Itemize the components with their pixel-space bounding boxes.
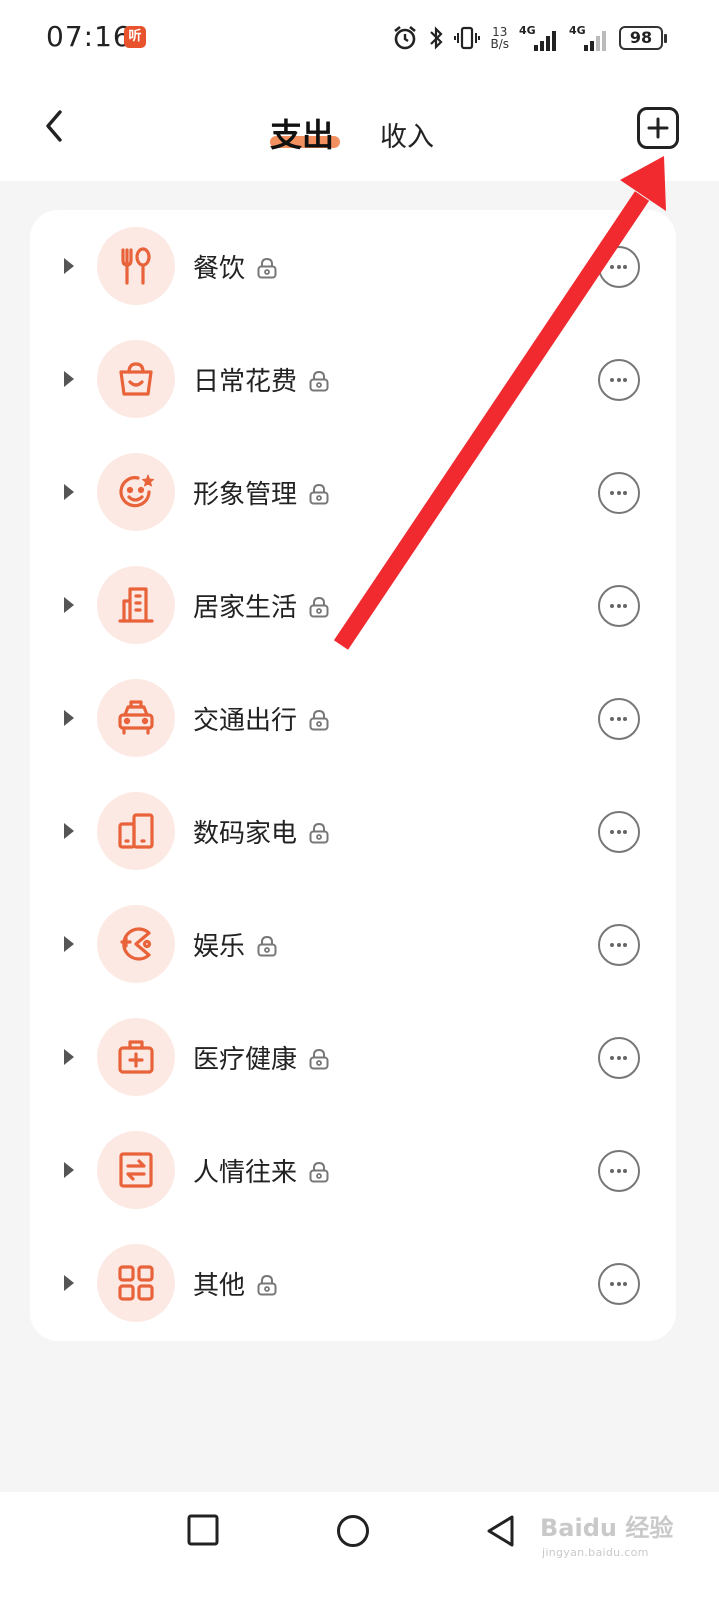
alarm-icon <box>394 25 417 50</box>
category-row[interactable]: 数码家电 <box>30 775 676 888</box>
category-name: 其他 <box>193 1265 279 1302</box>
signal-sim1: 4G <box>519 24 559 52</box>
category-name-text: 娱乐 <box>193 932 246 962</box>
exchange-icon <box>97 1131 175 1209</box>
network-speed-unit: B/s <box>490 37 509 51</box>
utensils-icon <box>97 227 175 305</box>
category-name-text: 日常花费 <box>193 367 298 397</box>
category-name: 数码家电 <box>193 813 331 850</box>
recent-apps-button[interactable] <box>187 1514 219 1546</box>
building-icon <box>97 566 175 644</box>
battery-indicator: 98 <box>619 26 667 50</box>
lock-icon <box>309 1048 329 1069</box>
lock-icon <box>309 483 329 504</box>
back-button[interactable] <box>36 104 76 148</box>
game-icon <box>97 905 175 983</box>
lock-icon <box>309 822 329 843</box>
plus-icon <box>647 117 669 139</box>
category-row[interactable]: 餐饮 <box>30 210 676 323</box>
lock-icon <box>309 1161 329 1182</box>
taxi-icon <box>97 679 175 757</box>
category-name-text: 餐饮 <box>193 254 246 284</box>
category-name: 交通出行 <box>193 700 331 737</box>
caret-right-icon[interactable] <box>63 935 75 953</box>
signal-sim2: 4G <box>569 24 609 52</box>
category-name: 医疗健康 <box>193 1039 331 1076</box>
category-name-text: 其他 <box>193 1271 246 1301</box>
lock-icon <box>309 596 329 617</box>
more-options-button[interactable] <box>598 924 640 966</box>
lock-icon <box>257 1274 277 1295</box>
more-options-button[interactable] <box>598 1150 640 1192</box>
more-options-button[interactable] <box>598 246 640 288</box>
more-options-button[interactable] <box>598 585 640 627</box>
lock-icon <box>257 257 277 278</box>
category-name-text: 交通出行 <box>193 706 298 736</box>
watermark-brand: Baidu 经验 <box>540 1514 674 1542</box>
shopping-basket-icon <box>97 340 175 418</box>
more-options-button[interactable] <box>598 472 640 514</box>
tab-expense[interactable]: 支出 <box>270 110 334 156</box>
status-time: 07:16 <box>46 20 132 53</box>
category-row[interactable]: 人情往来 <box>30 1114 676 1227</box>
app-notification-badge: 听 <box>124 26 146 48</box>
caret-right-icon[interactable] <box>63 596 75 614</box>
more-options-button[interactable] <box>598 1263 640 1305</box>
devices-icon <box>97 792 175 870</box>
category-row[interactable]: 其他 <box>30 1227 676 1340</box>
lock-icon <box>257 935 277 956</box>
category-row[interactable]: 娱乐 <box>30 888 676 1001</box>
status-bar: 07:16 听 13 B/s 4G 4G 98 <box>0 0 719 78</box>
chevron-left-icon <box>46 110 62 142</box>
add-category-button[interactable] <box>637 107 679 149</box>
category-name-text: 形象管理 <box>193 480 298 510</box>
tab-expense-label: 支出 <box>270 116 335 154</box>
category-name: 人情往来 <box>193 1152 331 1189</box>
category-row[interactable]: 交通出行 <box>30 662 676 775</box>
caret-right-icon[interactable] <box>63 483 75 501</box>
category-row[interactable]: 日常花费 <box>30 323 676 436</box>
category-name: 餐饮 <box>193 248 279 285</box>
category-name-text: 医疗健康 <box>193 1045 298 1075</box>
caret-right-icon[interactable] <box>63 257 75 275</box>
caret-right-icon[interactable] <box>63 1161 75 1179</box>
caret-right-icon[interactable] <box>63 709 75 727</box>
vibrate-icon <box>454 26 481 50</box>
category-row[interactable]: 医疗健康 <box>30 1001 676 1114</box>
home-button[interactable] <box>336 1514 370 1548</box>
category-name: 日常花费 <box>193 361 331 398</box>
more-options-button[interactable] <box>598 811 640 853</box>
bluetooth-icon <box>430 26 444 50</box>
category-name: 娱乐 <box>193 926 279 963</box>
category-row[interactable]: 居家生活 <box>30 549 676 662</box>
category-name-text: 人情往来 <box>193 1158 298 1188</box>
category-name: 居家生活 <box>193 587 331 624</box>
caret-right-icon[interactable] <box>63 1048 75 1066</box>
network-speed: 13 B/s <box>490 26 509 50</box>
caret-right-icon[interactable] <box>63 1274 75 1292</box>
category-name-text: 居家生活 <box>193 593 298 623</box>
watermark: Baidu 经验 jingyan.baidu.com <box>540 1508 690 1568</box>
back-nav-button[interactable] <box>484 1514 516 1548</box>
medical-kit-icon <box>97 1018 175 1096</box>
caret-right-icon[interactable] <box>63 370 75 388</box>
category-row[interactable]: 形象管理 <box>30 436 676 549</box>
category-name-text: 数码家电 <box>193 819 298 849</box>
category-name: 形象管理 <box>193 474 331 511</box>
signal-bars-icon <box>534 31 556 51</box>
lock-icon <box>309 709 329 730</box>
watermark-url: jingyan.baidu.com <box>542 1546 649 1559</box>
more-options-button[interactable] <box>598 698 640 740</box>
category-list: 餐饮 日常花费 形象管理 居家生活 交通出行 数码家电 娱乐 医疗健康 人情往来… <box>30 210 676 1341</box>
caret-right-icon[interactable] <box>63 822 75 840</box>
status-icons: 13 B/s 4G 4G 98 <box>392 22 667 54</box>
lock-icon <box>309 370 329 391</box>
header: 支出 收入 <box>0 78 719 181</box>
more-options-button[interactable] <box>598 1037 640 1079</box>
more-options-button[interactable] <box>598 359 640 401</box>
signal-bars-icon <box>584 31 606 51</box>
tab-income[interactable]: 收入 <box>380 115 434 154</box>
smiley-star-icon <box>97 453 175 531</box>
grid-icon <box>97 1244 175 1322</box>
